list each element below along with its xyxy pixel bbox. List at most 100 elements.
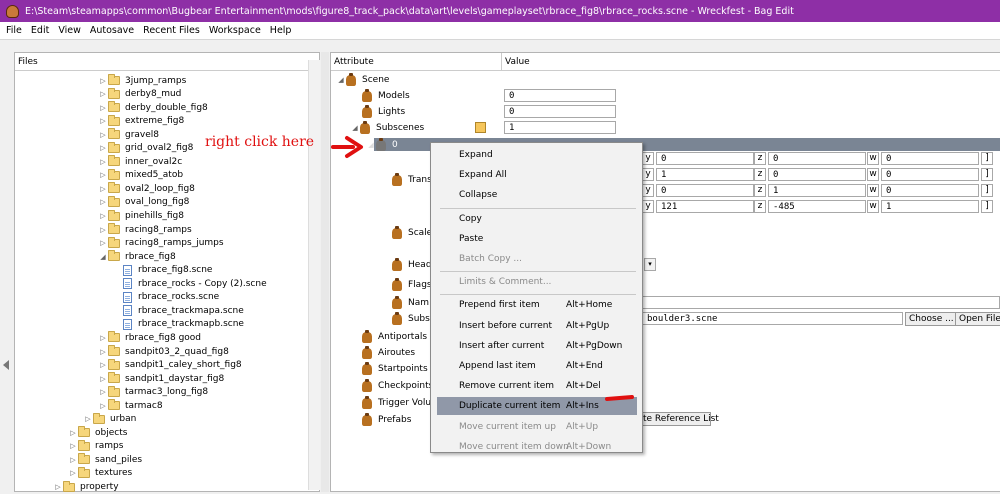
file-item[interactable]: rbrace_trackmapb.scne bbox=[113, 318, 244, 331]
menu-view[interactable]: View bbox=[58, 25, 81, 36]
chevron-right-icon[interactable]: ▷ bbox=[98, 131, 108, 139]
expand-arrow-icon[interactable]: ◢ bbox=[350, 124, 360, 132]
file-item[interactable]: rbrace_fig8.scne bbox=[113, 264, 212, 277]
folder-item[interactable]: ▷ sandpit03_2_quad_fig8 bbox=[98, 345, 229, 358]
lights-value[interactable]: 0 bbox=[504, 105, 616, 118]
folder-item[interactable]: ▷ grid_oval2_fig8 bbox=[98, 141, 193, 155]
attribute-column-header[interactable]: Attribute bbox=[334, 57, 374, 67]
floppy-icon[interactable] bbox=[475, 122, 486, 133]
subscene-file-row[interactable]: Subsc bbox=[392, 311, 435, 326]
matrix-cell[interactable]: 1 bbox=[768, 184, 866, 197]
chevron-right-icon[interactable]: ▷ bbox=[68, 469, 78, 477]
file-item[interactable]: rbrace_trackmapa.scne bbox=[113, 304, 244, 317]
folder-item[interactable]: ▷ urban bbox=[83, 412, 136, 426]
chevron-right-icon[interactable]: ▷ bbox=[68, 456, 78, 464]
chevron-right-icon[interactable]: ▷ bbox=[98, 375, 108, 383]
collapse-left-arrow-icon[interactable] bbox=[3, 360, 9, 370]
chevron-right-icon[interactable]: ▷ bbox=[68, 429, 78, 437]
chevron-right-icon[interactable]: ▷ bbox=[98, 117, 108, 125]
context-menu-item[interactable]: Copy bbox=[437, 210, 637, 228]
open-file-button[interactable]: Open File bbox=[955, 312, 1000, 326]
subscenes-value[interactable]: 1 bbox=[504, 121, 616, 134]
airoutes-row[interactable]: Airoutes bbox=[362, 345, 415, 360]
context-menu-item[interactable]: Expand bbox=[437, 146, 637, 164]
context-menu-item[interactable]: Expand All bbox=[437, 166, 637, 184]
chevron-right-icon[interactable]: ▷ bbox=[98, 361, 108, 369]
prefabs-row[interactable]: Prefabs bbox=[362, 412, 411, 427]
folder-item[interactable]: ▷ derby_double_fig8 bbox=[98, 101, 208, 114]
scene-row[interactable]: ◢ Scene bbox=[336, 72, 389, 87]
folder-item[interactable]: ▷ rbrace_fig8 good bbox=[98, 331, 201, 344]
matrix-cell[interactable]: 0 bbox=[656, 184, 754, 197]
models-value[interactable]: 0 bbox=[504, 89, 616, 102]
chevron-right-icon[interactable]: ▷ bbox=[98, 402, 108, 410]
context-menu-item[interactable]: Prepend first item Alt+Home bbox=[437, 296, 637, 314]
chevron-right-icon[interactable]: ▷ bbox=[98, 77, 108, 85]
context-menu-item[interactable]: Batch Copy ... bbox=[437, 250, 637, 268]
menu-file[interactable]: File bbox=[6, 25, 22, 36]
folder-item[interactable]: ▷ sandpit1_caley_short_fig8 bbox=[98, 358, 242, 372]
context-menu-item[interactable]: Insert before current Alt+PgUp bbox=[437, 317, 637, 335]
folder-item[interactable]: ▷ extreme_fig8 bbox=[98, 114, 184, 128]
chevron-right-icon[interactable]: ▷ bbox=[98, 226, 108, 234]
matrix-cell[interactable]: 0 bbox=[881, 184, 979, 197]
context-menu-item[interactable]: Append last item Alt+End bbox=[437, 357, 637, 375]
chevron-right-icon[interactable]: ▷ bbox=[98, 212, 108, 220]
matrix-cell[interactable]: 0 bbox=[656, 152, 754, 165]
folder-item[interactable]: ▷ mixed5_atob bbox=[98, 168, 183, 182]
head-row[interactable]: Head bbox=[392, 257, 432, 272]
menu-workspace[interactable]: Workspace bbox=[209, 25, 261, 36]
context-menu-item[interactable]: Move current item down Alt+Down bbox=[437, 438, 637, 456]
chevron-right-icon[interactable]: ▷ bbox=[98, 239, 108, 247]
head-dropdown-chevron-down-icon[interactable]: ▾ bbox=[644, 258, 656, 271]
chevron-right-icon[interactable]: ▷ bbox=[98, 334, 108, 342]
menu-help[interactable]: Help bbox=[270, 25, 292, 36]
menu-edit[interactable]: Edit bbox=[31, 25, 49, 36]
chevron-right-icon[interactable]: ▷ bbox=[98, 388, 108, 396]
chevron-right-icon[interactable]: ▷ bbox=[98, 171, 108, 179]
folder-item[interactable]: ▷ inner_oval2c bbox=[98, 155, 182, 168]
transform-row[interactable]: Trans bbox=[392, 172, 432, 187]
chevron-right-icon[interactable]: ▷ bbox=[98, 90, 108, 98]
context-menu-item[interactable]: Collapse bbox=[437, 186, 637, 204]
folder-item[interactable]: ◢ rbrace_fig8 bbox=[98, 250, 176, 263]
menu-recent-files[interactable]: Recent Files bbox=[143, 25, 200, 36]
chevron-right-icon[interactable]: ▷ bbox=[98, 144, 108, 152]
folder-item[interactable]: ▷ textures bbox=[68, 466, 132, 480]
trigger-volume-row[interactable]: Trigger Volur bbox=[362, 395, 435, 410]
folder-item[interactable]: ▷ oval2_loop_fig8 bbox=[98, 182, 195, 195]
expand-arrow-icon[interactable]: ◢ bbox=[366, 141, 376, 149]
chevron-right-icon[interactable]: ▷ bbox=[68, 442, 78, 450]
matrix-cell[interactable]: -485 bbox=[768, 200, 866, 213]
context-menu-item[interactable]: Move current item up Alt+Up bbox=[437, 418, 637, 436]
matrix-cell[interactable]: 121 bbox=[656, 200, 754, 213]
file-item[interactable]: rbrace_rocks.scne bbox=[113, 291, 219, 304]
name-row[interactable]: Nam bbox=[392, 295, 429, 310]
context-menu-item[interactable]: Paste bbox=[437, 230, 637, 248]
startpoints-row[interactable]: Startpoints bbox=[362, 361, 428, 376]
subscene-item-0[interactable]: ◢ 0 bbox=[366, 137, 398, 152]
choose-button[interactable]: Choose ... bbox=[905, 312, 958, 326]
folder-item[interactable]: ▷ 3jump_ramps bbox=[98, 74, 186, 87]
lights-row[interactable]: Lights bbox=[362, 104, 405, 119]
menu-autosave[interactable]: Autosave bbox=[90, 25, 134, 36]
chevron-right-icon[interactable]: ▷ bbox=[83, 415, 93, 423]
folder-item[interactable]: ▷ oval_long_fig8 bbox=[98, 195, 189, 209]
folder-item[interactable]: ▷ racing8_ramps bbox=[98, 223, 192, 236]
reference-list-button[interactable]: te Reference List bbox=[640, 412, 719, 426]
context-menu-item[interactable]: Limits & Comment... bbox=[437, 273, 637, 291]
folder-item[interactable]: ▷ sandpit1_daystar_fig8 bbox=[98, 372, 224, 385]
matrix-cell[interactable]: 0 bbox=[768, 152, 866, 165]
checkpoints-row[interactable]: Checkpoints bbox=[362, 378, 433, 393]
matrix-cell[interactable]: 0 bbox=[881, 168, 979, 181]
matrix-cell[interactable]: 1 bbox=[881, 200, 979, 213]
pane-splitter[interactable] bbox=[321, 52, 329, 492]
subscenes-row[interactable]: ◢ Subscenes bbox=[350, 120, 424, 135]
subscene-file-value[interactable]: boulder3.scne bbox=[642, 312, 903, 325]
folder-item[interactable]: ▷ objects bbox=[68, 426, 127, 439]
name-value[interactable] bbox=[642, 296, 1000, 309]
folder-item[interactable]: ▷ ramps bbox=[68, 439, 123, 453]
folder-item[interactable]: ▷ racing8_ramps_jumps bbox=[98, 236, 224, 250]
matrix-cell[interactable]: 0 bbox=[881, 152, 979, 165]
scale-row[interactable]: Scale bbox=[392, 225, 432, 240]
